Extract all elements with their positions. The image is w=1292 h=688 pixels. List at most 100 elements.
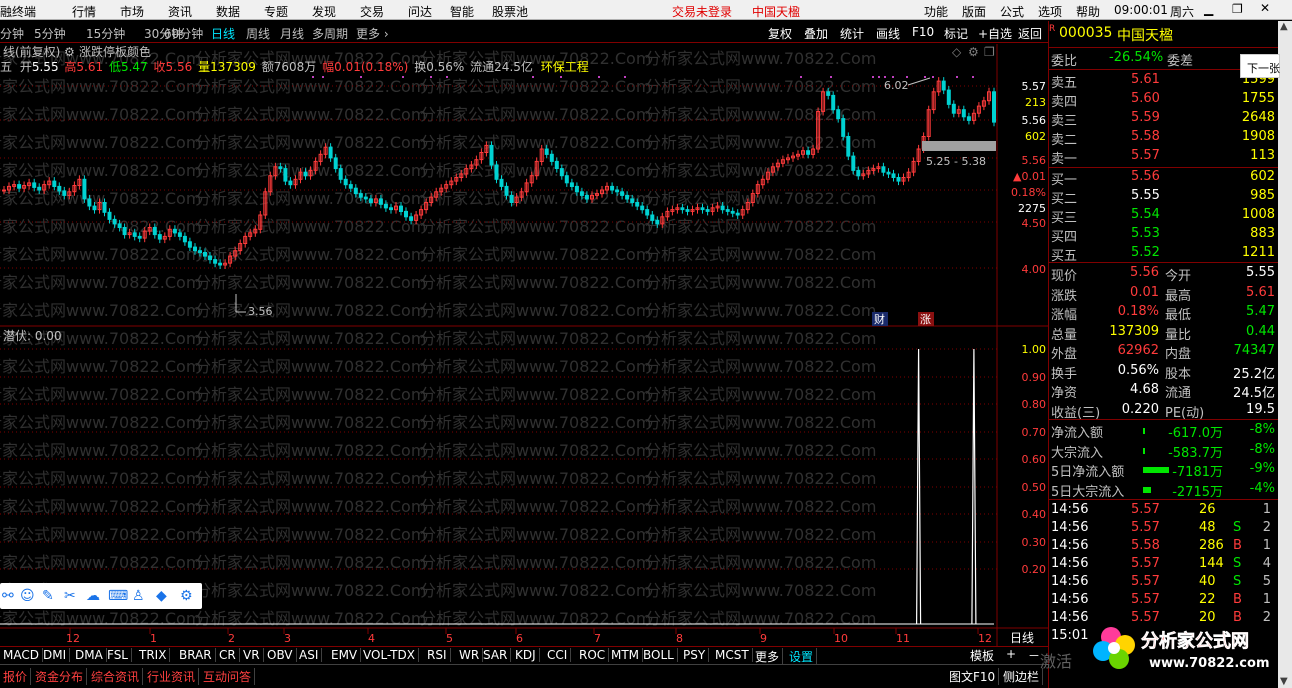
btn-stats[interactable]: 统计 — [840, 25, 864, 42]
stat-row[interactable]: 收益(三) 0.220 PE(动) 19.5 — [1051, 401, 1275, 421]
period-month[interactable]: 月线 — [280, 25, 304, 42]
indicator-tab[interactable]: MCST — [712, 648, 753, 662]
tab-quote[interactable]: 报价 — [0, 668, 32, 685]
tick-row[interactable]: 14:56 5.57 144 S 4 — [1051, 555, 1275, 574]
indicator-tab[interactable]: SAR — [480, 648, 512, 662]
menu-topics[interactable]: 专题 — [264, 3, 288, 20]
menu-function[interactable]: 功能 — [924, 3, 948, 20]
ask-row[interactable]: 卖四 5.60 1755 — [1051, 90, 1275, 110]
period-day[interactable]: 日线 — [211, 25, 235, 42]
cloud-icon[interactable]: ☁ — [86, 588, 100, 604]
tab-interactive-qa[interactable]: 互动问答 — [200, 668, 256, 685]
indicator-tab[interactable]: PSY — [680, 648, 710, 662]
indicator-tab[interactable]: ROC — [576, 648, 610, 662]
maximize-icon[interactable]: ❐ — [1232, 2, 1243, 16]
stat-row[interactable]: 外盘 62962 内盘 74347 — [1051, 342, 1275, 362]
period-more[interactable]: 更多 › — [356, 25, 389, 42]
menu-news[interactable]: 资讯 — [168, 3, 192, 20]
indicator-tab[interactable]: RSI — [424, 648, 451, 662]
btn-adjust[interactable]: 复权 — [768, 25, 792, 42]
settings-small-icon[interactable]: ⚙ — [968, 45, 979, 59]
shirt-icon[interactable]: ◆ — [156, 588, 167, 604]
minimize-icon[interactable]: ▁ — [1204, 2, 1213, 16]
menu-data[interactable]: 数据 — [216, 3, 240, 20]
pen-icon[interactable]: ✎ — [42, 588, 54, 604]
tab-industry-news[interactable]: 行业资讯 — [144, 668, 200, 685]
next-tooltip[interactable]: 下一张 — [1240, 54, 1280, 78]
menu-stock-pool[interactable]: 股票池 — [492, 3, 528, 20]
indicator-tab[interactable]: ASI — [296, 648, 323, 662]
indicator-tab[interactable]: KDJ — [512, 648, 540, 662]
menu-formula[interactable]: 公式 — [1000, 3, 1024, 20]
person-icon[interactable]: ♙ — [132, 588, 145, 604]
keyboard-icon[interactable]: ⌨ — [108, 588, 128, 604]
bid-row[interactable]: 买四 5.53 883 — [1051, 225, 1275, 245]
flow-row[interactable]: 净流入额 -617.0万 -8% — [1051, 421, 1275, 441]
tick-row[interactable]: 14:56 5.57 26 1 — [1051, 501, 1275, 520]
indicator-tab[interactable]: VR — [240, 648, 264, 662]
stat-row[interactable]: 现价 5.56 今开 5.55 — [1051, 264, 1275, 284]
indicator-tab[interactable]: OBV — [264, 648, 297, 662]
ask-row[interactable]: 卖三 5.59 2648 — [1051, 109, 1275, 129]
indicator-tab[interactable]: CCI — [544, 648, 572, 662]
right-scrollbar[interactable]: ▲ ▼ — [1278, 21, 1292, 688]
btn-draw[interactable]: 画线 — [876, 25, 900, 42]
menu-options[interactable]: 选项 — [1038, 3, 1062, 20]
btn-f10-graphic[interactable]: 图文F10 — [946, 668, 1000, 685]
indicator-tab[interactable]: TRIX — [136, 648, 171, 662]
flow-row[interactable]: 5日大宗流入 -2715万 -4% — [1051, 480, 1275, 500]
bid-row[interactable]: 买三 5.54 1008 — [1051, 206, 1275, 226]
period-multi[interactable]: 多周期 — [312, 25, 348, 42]
indicator-tab[interactable]: EMV — [328, 648, 362, 662]
stat-row[interactable]: 涨幅 0.18% 最低 5.47 — [1051, 303, 1275, 323]
ask-row[interactable]: 卖一 5.57 113 — [1051, 147, 1275, 167]
menu-trade[interactable]: 交易 — [360, 3, 384, 20]
ask-row[interactable]: 卖二 5.58 1908 — [1051, 128, 1275, 148]
tick-row[interactable]: 14:56 5.57 48 S 2 — [1051, 519, 1275, 538]
diamond-icon[interactable]: ◇ — [952, 45, 962, 59]
period-60min[interactable]: 60分钟 — [164, 25, 203, 42]
tab-fund-distribution[interactable]: 资金分布 — [32, 668, 88, 685]
indicator-tab[interactable]: VOL-TDX — [360, 648, 419, 662]
flow-row[interactable]: 大宗流入 -583.7万 -8% — [1051, 441, 1275, 461]
btn-back[interactable]: 返回 — [1018, 25, 1042, 42]
menu-quote[interactable]: 行情 — [72, 3, 96, 20]
btn-mark[interactable]: 标记 — [944, 25, 968, 42]
window-toggle-icon[interactable]: ❐ — [984, 45, 995, 59]
kline-chart[interactable]: 分析家公式网www.70822.Com分析家公式网www.70822.Com分析… — [0, 44, 1048, 646]
indicator-tab[interactable]: CR — [216, 648, 240, 662]
indicator-tab[interactable]: 更多 — [752, 648, 784, 665]
btn-template[interactable]: 模板 — [970, 647, 994, 664]
bid-row[interactable]: 买五 5.52 1211 — [1051, 244, 1275, 264]
menu-layout[interactable]: 版面 — [962, 3, 986, 20]
tab-composite-news[interactable]: 综合资讯 — [88, 668, 144, 685]
trade-login-status[interactable]: 交易未登录 — [672, 3, 732, 20]
chart-area[interactable]: 分析家公式网www.70822.Com分析家公式网www.70822.Com分析… — [0, 44, 1048, 646]
indicator-tab[interactable]: DMI — [40, 648, 71, 662]
limit-color-label[interactable]: 涨跌停板颜色 — [79, 44, 151, 59]
stat-row[interactable]: 总量 137309 量比 0.44 — [1051, 323, 1275, 343]
btn-overlay[interactable]: 叠加 — [804, 25, 828, 42]
btn-sidebar[interactable]: 侧边栏 — [1000, 668, 1044, 685]
period-week[interactable]: 周线 — [246, 25, 270, 42]
menu-discover[interactable]: 发现 — [312, 3, 336, 20]
indicator-tab[interactable]: MACD — [0, 648, 43, 662]
bid-row[interactable]: 买二 5.55 985 — [1051, 187, 1275, 207]
indicator-tab[interactable]: DMA — [72, 648, 107, 662]
indicator-tab[interactable]: MTM — [608, 648, 644, 662]
stat-row[interactable]: 涨跌 0.01 最高 5.61 — [1051, 284, 1275, 304]
close-icon[interactable]: ✕ — [1260, 1, 1270, 15]
menu-market[interactable]: 市场 — [120, 3, 144, 20]
scroll-up-icon[interactable]: ▲ — [1280, 21, 1288, 32]
indicator-tab[interactable]: BOLL — [640, 648, 678, 662]
indicator-tab[interactable]: FSL — [104, 648, 132, 662]
stat-row[interactable]: 净资 4.68 流通 24.5亿 — [1051, 381, 1275, 401]
menu-smart[interactable]: 智能 — [450, 3, 474, 20]
share-icon[interactable]: ⚯ — [2, 588, 14, 604]
tick-row[interactable]: 14:56 5.57 40 S 5 — [1051, 573, 1275, 592]
menu-ask[interactable]: 问达 — [408, 3, 432, 20]
gear-icon[interactable]: ⚙ — [180, 588, 193, 604]
btn-remove-pane[interactable]: － — [1028, 647, 1040, 664]
stat-row[interactable]: 换手 0.56% 股本 25.2亿 — [1051, 362, 1275, 382]
scissors-icon[interactable]: ✂ — [64, 588, 76, 604]
